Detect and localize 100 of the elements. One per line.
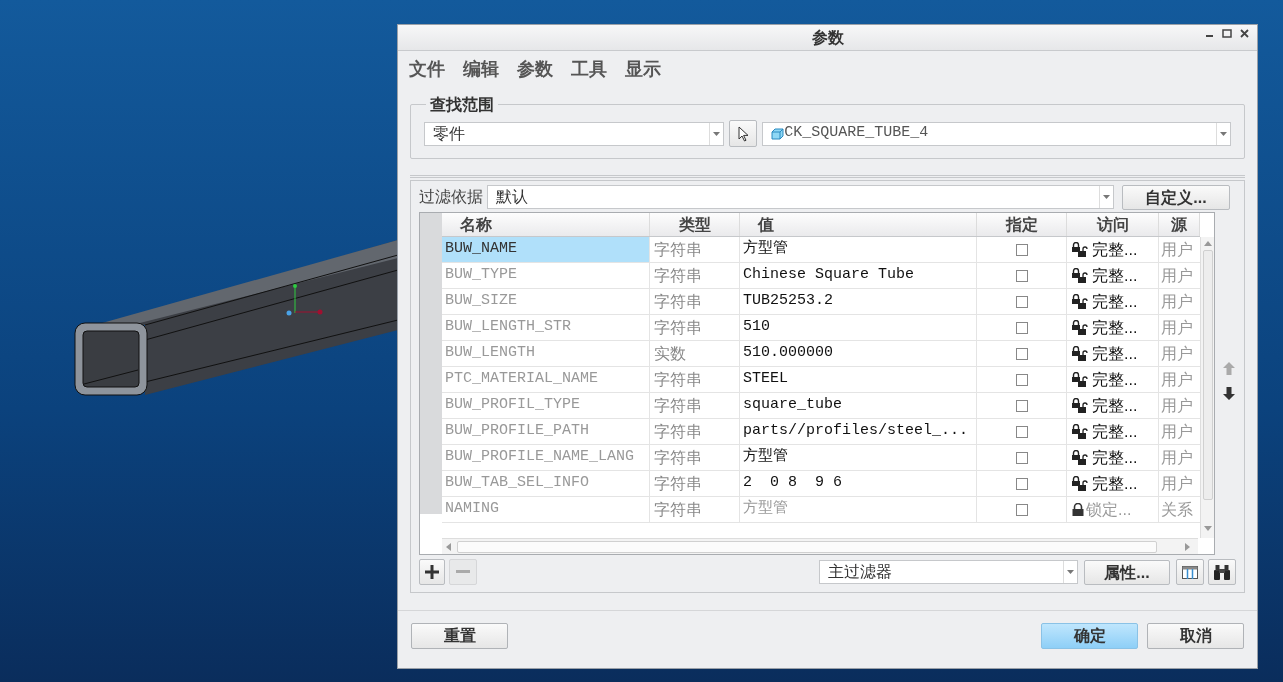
access-value: 完整... xyxy=(1092,343,1138,364)
filter-label: 过滤依据 xyxy=(419,187,483,207)
table-cell: STEEL xyxy=(740,367,977,392)
properties-button[interactable]: 属性... xyxy=(1084,559,1170,585)
scroll-down-icon[interactable] xyxy=(1203,526,1212,531)
table-cell: 字符串 xyxy=(650,471,740,496)
access-value: 完整... xyxy=(1092,239,1138,260)
caret-icon xyxy=(1220,131,1227,136)
add-button[interactable] xyxy=(419,559,445,585)
menu-item[interactable]: 工具 xyxy=(571,55,607,83)
table-cell: parts//profiles/steel_... xyxy=(740,419,977,444)
checkbox[interactable] xyxy=(1015,243,1028,256)
table-cell: 字符串 xyxy=(650,315,740,340)
column-header[interactable]: 指定 xyxy=(1005,213,1038,237)
access-value: 完整... xyxy=(1092,369,1138,390)
close-icon[interactable] xyxy=(1240,29,1249,38)
axis-triad-icon xyxy=(286,283,324,317)
checkbox[interactable] xyxy=(1015,399,1028,412)
table-cell: TUB25253.2 xyxy=(740,289,977,314)
checkbox[interactable] xyxy=(1015,347,1028,360)
columns-button[interactable] xyxy=(1176,559,1204,585)
plus-icon xyxy=(425,565,439,579)
table-cell-text: 用户 xyxy=(1160,265,1194,286)
column-header[interactable]: 访问 xyxy=(1096,213,1129,237)
table-cell: 方型管 xyxy=(740,237,977,262)
access-value: 完整... xyxy=(1092,473,1138,494)
vertical-scrollbar[interactable] xyxy=(1200,237,1214,538)
column-header[interactable]: 源 xyxy=(1171,213,1187,237)
table-cell: 字符串 xyxy=(650,263,740,288)
table-cell-text: 用户 xyxy=(1160,395,1194,416)
table-cell[interactable]: BUW_NAME xyxy=(442,237,650,262)
column-header[interactable]: 名称 xyxy=(460,213,492,237)
checkbox[interactable] xyxy=(1015,321,1028,334)
scroll-left-icon[interactable] xyxy=(446,542,451,551)
table-cell-text: 用户 xyxy=(1160,421,1194,442)
table-cell-text: 关系 xyxy=(1160,499,1194,520)
menu-item[interactable]: 文件 xyxy=(409,55,445,83)
checkbox[interactable] xyxy=(1015,269,1028,282)
table-cell: 字符串 xyxy=(650,289,740,314)
table-cell: 字符串 xyxy=(650,445,740,470)
access-value: 完整... xyxy=(1092,421,1138,442)
dropdown-value: 零件 xyxy=(432,123,466,144)
scroll-up-icon[interactable] xyxy=(1203,241,1212,246)
table-cell: 2 0 8 9 6 xyxy=(740,471,977,496)
dialog-button[interactable]: 取消 xyxy=(1147,623,1244,649)
table-cell: 字符串 xyxy=(650,393,740,418)
table-cell: 字符串 xyxy=(650,367,740,392)
caret-icon xyxy=(713,131,721,136)
table-cell-text: 用户 xyxy=(1160,473,1194,494)
search-button[interactable] xyxy=(1208,559,1236,585)
table-cell: Chinese Square Tube xyxy=(740,263,977,288)
filter-dropdown[interactable]: 默认 xyxy=(487,185,1114,209)
caret-icon xyxy=(1103,195,1110,199)
table-cell: 方型管 xyxy=(740,445,977,470)
access-value: 完整... xyxy=(1092,447,1138,468)
scroll-thumb[interactable] xyxy=(1202,250,1213,500)
table-cell: 字符串 xyxy=(650,497,740,522)
menu-item[interactable]: 编辑 xyxy=(463,55,499,83)
customize-button[interactable]: 自定义... xyxy=(1122,184,1230,210)
column-header[interactable]: 值 xyxy=(758,213,774,237)
table-cell: 字符串 xyxy=(650,419,740,444)
menu-item[interactable]: 参数 xyxy=(517,55,553,83)
maximize-icon[interactable] xyxy=(1222,29,1232,38)
dropdown-value: CK_SQUARE_TUBE_4 xyxy=(784,123,930,144)
menu-item[interactable]: 显示 xyxy=(625,55,661,83)
move-up-icon[interactable] xyxy=(1223,362,1235,375)
table-cell: square_tube xyxy=(740,393,977,418)
dialog-button[interactable]: 确定 xyxy=(1041,623,1138,649)
scroll-right-icon[interactable] xyxy=(1185,542,1190,551)
checkbox[interactable] xyxy=(1015,373,1028,386)
access-value: 锁定... xyxy=(1086,499,1132,520)
checkbox[interactable] xyxy=(1015,295,1028,308)
select-button[interactable] xyxy=(729,120,758,147)
checkbox[interactable] xyxy=(1015,477,1028,490)
window-title: 参数 xyxy=(811,27,844,48)
main-filter-dropdown[interactable]: 主过滤器 xyxy=(819,560,1078,584)
horizontal-scrollbar[interactable] xyxy=(442,538,1198,554)
checkbox[interactable] xyxy=(1015,425,1028,438)
checkbox[interactable] xyxy=(1015,503,1028,516)
access-value: 完整... xyxy=(1092,265,1138,286)
checkbox[interactable] xyxy=(1015,451,1028,464)
move-down-icon[interactable] xyxy=(1223,387,1235,400)
binoculars-icon xyxy=(1213,564,1231,580)
table-cell-text: 用户 xyxy=(1160,447,1194,468)
object-dropdown[interactable]: CK_SQUARE_TUBE_4 xyxy=(762,121,1231,146)
table-cell: 方型管 xyxy=(740,497,977,522)
scope-dropdown[interactable]: 零件 xyxy=(424,121,725,146)
dropdown-value: 主过滤器 xyxy=(827,562,893,582)
scroll-thumb[interactable] xyxy=(457,540,1157,553)
access-value: 完整... xyxy=(1092,395,1138,416)
dialog-button[interactable]: 重置 xyxy=(411,623,508,649)
caret-icon xyxy=(1067,570,1074,574)
table-cell: 510.000000 xyxy=(740,341,977,366)
columns-icon xyxy=(1182,565,1198,579)
access-value: 完整... xyxy=(1092,291,1138,312)
table-cell-text: 用户 xyxy=(1160,317,1194,338)
table-cell-text: 用户 xyxy=(1160,343,1194,364)
cube-icon xyxy=(771,127,785,140)
table-cell: 510 xyxy=(740,315,977,340)
column-header[interactable]: 类型 xyxy=(678,213,711,237)
